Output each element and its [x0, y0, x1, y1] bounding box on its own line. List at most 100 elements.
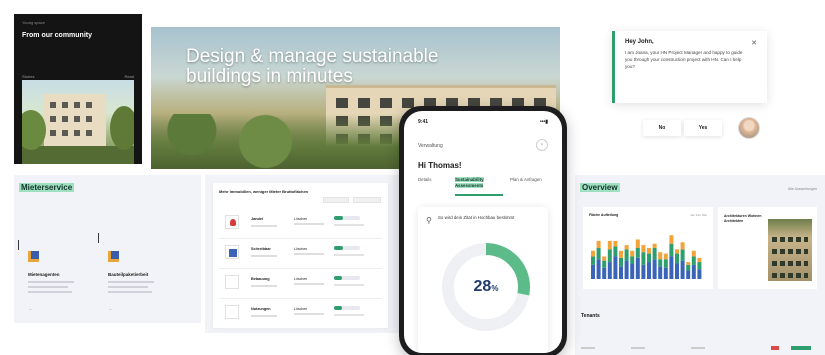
tenants-row[interactable] — [581, 346, 821, 351]
bar-segment — [669, 243, 674, 257]
notification-icon[interactable]: ◦ — [536, 139, 548, 151]
bar-segment — [591, 256, 595, 265]
bar-segment — [591, 264, 595, 279]
bar-segment — [680, 249, 685, 261]
sort-select[interactable] — [353, 197, 381, 203]
bar-segment — [624, 260, 629, 279]
bar-segment — [635, 247, 640, 258]
bar-segment — [680, 242, 685, 250]
tab-plans[interactable]: Plan & Anfragen — [510, 177, 550, 183]
property-thumbnail — [225, 245, 239, 259]
app-name: Verwaltung — [418, 143, 443, 149]
bar-chart — [591, 235, 702, 279]
community-link-stories[interactable]: Stories — [22, 74, 34, 79]
phone-screen: 9:41 •••▮ Verwaltung ◦ Hi Thomas! Detail… — [404, 111, 562, 353]
bar-segment — [663, 253, 668, 260]
progress-pill — [334, 276, 360, 280]
bar-segment — [613, 240, 618, 247]
arrow-right-icon[interactable]: → — [28, 306, 32, 311]
chat-popup: Hey John, I am Joana, your HN Project Ma… — [612, 31, 767, 103]
bar-segment — [697, 257, 702, 263]
bar-segment — [669, 235, 674, 244]
signal-icon: •••▮ — [539, 119, 548, 125]
tab-details[interactable]: Details — [418, 177, 448, 183]
property-thumbnail — [225, 305, 239, 319]
arrow-right-icon[interactable]: → — [108, 306, 112, 311]
avatar — [738, 117, 760, 139]
bar-segment — [607, 249, 612, 263]
bar-segment — [641, 252, 646, 265]
bar-segment — [697, 269, 702, 279]
property-thumbnail — [225, 215, 239, 229]
building-photo-card[interactable]: Architekturen Wohnen Architekten — [718, 207, 817, 289]
mieterservice-title: Mieterservice — [19, 183, 75, 192]
service-app-icon — [108, 251, 119, 262]
tab-sustainability[interactable]: Sustainability Assessments — [455, 177, 503, 189]
phone-greeting: Hi Thomas! — [418, 161, 462, 170]
bar-segment — [652, 259, 657, 279]
community-link-read[interactable]: Read — [124, 74, 134, 79]
phone-mockup: 9:41 •••▮ Verwaltung ◦ Hi Thomas! Detail… — [399, 106, 567, 355]
bar-segment — [691, 256, 696, 265]
bar-segment — [691, 264, 696, 279]
bar-segment — [658, 252, 663, 260]
community-title: From our community — [22, 32, 93, 39]
progress-pill — [334, 216, 360, 220]
overview-title: Overview — [580, 183, 620, 192]
bar-segment — [669, 256, 674, 279]
building-photo — [768, 219, 812, 281]
properties-card: Mehr Immobilien, weniger Mieter Bruttofl… — [213, 183, 388, 329]
leaf-icon: ⚲ — [426, 216, 432, 225]
table-row[interactable]: Schreibbar Löschen — [219, 239, 382, 269]
chat-greeting: Hey John, — [625, 39, 654, 45]
bar-segment — [619, 266, 623, 279]
gauge-value: 28% — [473, 278, 499, 295]
bar-segment — [596, 259, 601, 279]
bar-segment — [658, 266, 663, 279]
bar-segment — [675, 253, 679, 264]
bar-segment — [675, 249, 679, 254]
service-title: Bauteilpaketierbeit — [108, 272, 149, 277]
service-title: Mietenagenten — [28, 272, 60, 277]
filter-select[interactable] — [323, 197, 349, 203]
bar-segment — [624, 249, 629, 261]
bar-segment — [647, 253, 651, 263]
bar-segment — [613, 256, 618, 279]
chat-yes-button[interactable]: Yes — [684, 120, 722, 136]
bar-segment — [596, 247, 601, 260]
chat-no-button[interactable]: No — [643, 120, 681, 136]
bar-segment — [630, 256, 635, 264]
bar-segment — [647, 247, 651, 254]
overview-link[interactable]: Alle Auswertungen — [788, 187, 817, 191]
table-row[interactable]: Nutzungen Löschen — [219, 299, 382, 329]
bar-segment — [652, 243, 657, 248]
bar-segment — [624, 245, 629, 250]
photo-card-text: Architekturen Wohnen Architekten — [724, 214, 762, 223]
bar-segment — [691, 250, 696, 257]
bar-segment — [686, 264, 691, 271]
bar-segment — [591, 250, 595, 257]
community-card[interactable]: Young space From our community Stories R… — [14, 14, 142, 164]
table-row[interactable]: Jandel Löschen — [219, 209, 382, 239]
bar-segment — [652, 247, 657, 260]
bar-segment — [658, 259, 663, 267]
table-row[interactable]: Bebauung Löschen — [219, 269, 382, 299]
bar-segment — [602, 256, 607, 261]
overview-panel: Overview Alle Auswertungen Fläche Auftei… — [575, 175, 825, 355]
bar-segment — [630, 250, 635, 257]
properties-panel: Mehr Immobilien, weniger Mieter Bruttofl… — [205, 175, 405, 333]
bar-segment — [663, 259, 668, 268]
bar-segment — [675, 263, 679, 279]
bar-segment — [619, 250, 623, 258]
bar-segment — [680, 260, 685, 279]
bar-segment — [635, 239, 640, 248]
bar-segment — [607, 240, 612, 250]
close-icon[interactable]: ✕ — [751, 39, 757, 47]
bar-segment — [686, 270, 691, 279]
chat-message: I am Joana, your HN Project Manager and … — [625, 50, 743, 69]
sustainability-text: So wird dein Zitat in Hochbau bestimmt — [438, 215, 515, 220]
service-app-icon — [28, 251, 39, 262]
tenants-title: Tenants — [581, 313, 600, 319]
sustainability-card[interactable]: ⚲ So wird dein Zitat in Hochbau bestimmt… — [418, 207, 548, 353]
bar-segment — [663, 267, 668, 279]
